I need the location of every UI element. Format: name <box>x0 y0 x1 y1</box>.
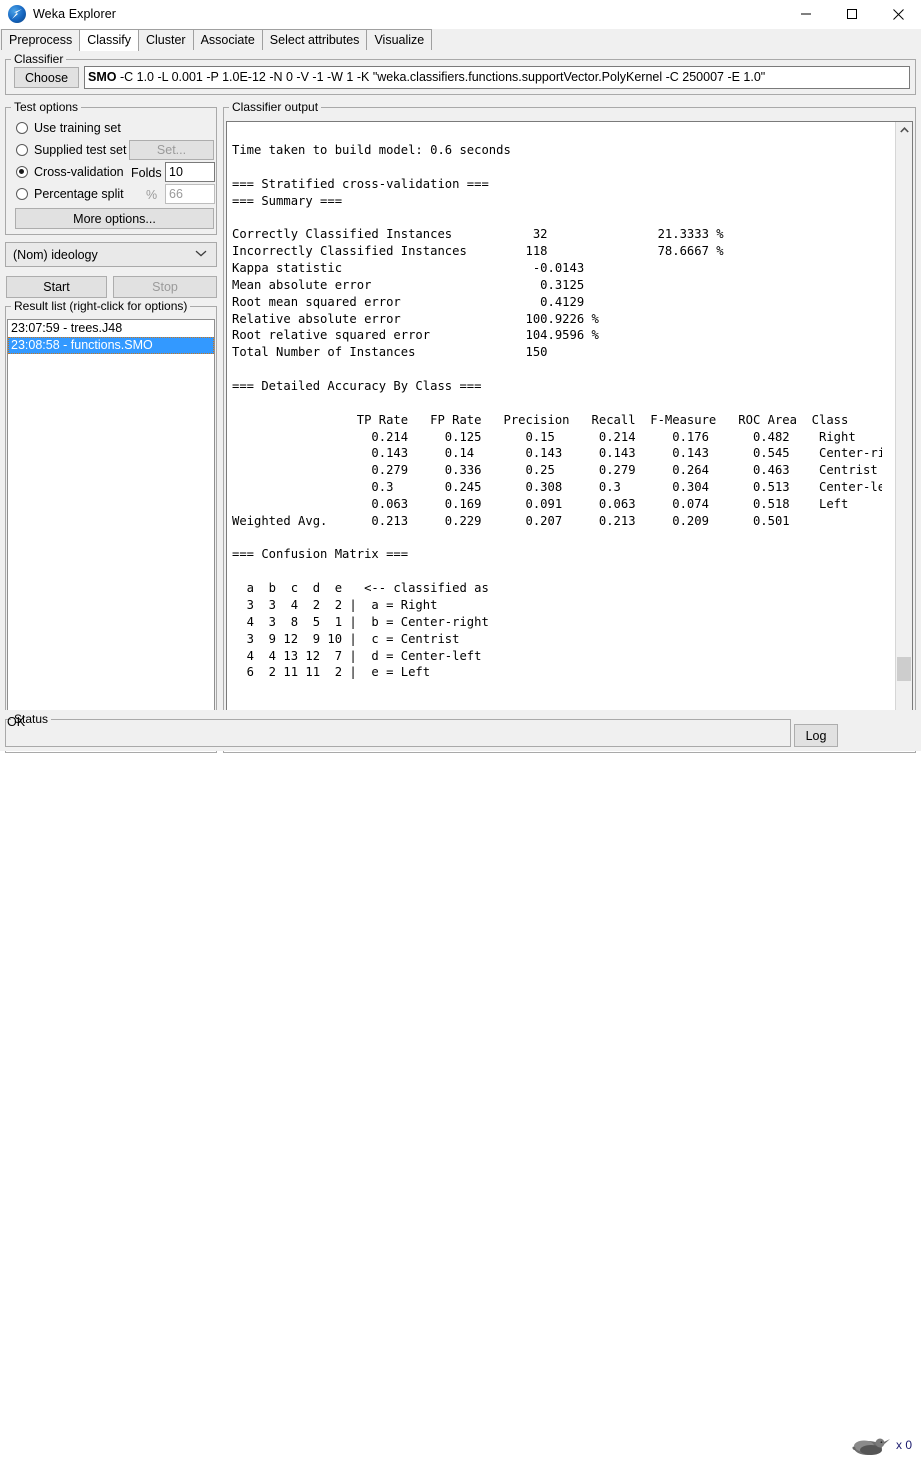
radio-percentage-split[interactable]: Percentage split <box>16 185 124 203</box>
radio-label: Cross-validation <box>34 165 124 179</box>
tab-classify[interactable]: Classify <box>79 29 139 51</box>
tab-preprocess[interactable]: Preprocess <box>1 29 81 50</box>
scroll-up-arrow-icon[interactable] <box>896 122 912 138</box>
log-button[interactable]: Log <box>794 724 838 747</box>
folds-label: Folds <box>131 166 162 180</box>
classifier-panel: Classifier Choose SMO -C 1.0 -L 0.001 -P… <box>5 52 916 95</box>
list-item[interactable]: 23:07:59 - trees.J48 <box>8 320 214 337</box>
weka-bird-icon[interactable] <box>849 1434 891 1458</box>
tab-bar: Preprocess Classify Cluster Associate Se… <box>0 29 921 51</box>
radio-label: Percentage split <box>34 187 124 201</box>
classifier-panel-title: Classifier <box>11 52 67 66</box>
classifier-output-title: Classifier output <box>229 100 322 114</box>
classifier-output-text: Time taken to build model: 0.6 seconds =… <box>232 143 882 680</box>
title-bar: Weka Explorer <box>0 0 921 29</box>
status-text: OK <box>7 715 26 729</box>
classifier-name: SMO <box>88 70 117 84</box>
close-button[interactable] <box>875 0 921 28</box>
tab-associate[interactable]: Associate <box>192 29 263 50</box>
percent-input[interactable]: 66 <box>165 184 215 204</box>
more-options-button[interactable]: More options... <box>15 208 214 229</box>
window-title: Weka Explorer <box>33 7 117 21</box>
radio-icon <box>16 122 28 134</box>
choose-classifier-button[interactable]: Choose <box>14 67 79 88</box>
result-list-title: Result list (right-click for options) <box>11 299 191 313</box>
radio-icon <box>16 166 28 178</box>
test-options-title: Test options <box>11 100 82 114</box>
radio-label: Supplied test set <box>34 143 127 157</box>
test-options-panel: Test options Use training set Supplied t… <box>5 100 217 235</box>
chevron-down-icon <box>195 246 207 260</box>
stop-button[interactable]: Stop <box>113 276 217 298</box>
classifier-output-viewport: Time taken to build model: 0.6 seconds =… <box>226 121 913 750</box>
list-item[interactable]: 23:08:58 - functions.SMO <box>8 337 214 354</box>
output-vertical-scrollbar[interactable] <box>895 122 912 732</box>
window-controls <box>783 0 921 28</box>
maximize-button[interactable] <box>829 0 875 28</box>
radio-cross-validation[interactable]: Cross-validation <box>16 163 124 181</box>
main-content: Classifier Choose SMO -C 1.0 -L 0.001 -P… <box>0 50 921 753</box>
radio-supplied-test-set[interactable]: Supplied test set <box>16 141 126 159</box>
radio-icon <box>16 144 28 156</box>
tab-select-attributes[interactable]: Select attributes <box>261 29 368 50</box>
result-list[interactable]: 23:07:59 - trees.J48 23:08:58 - function… <box>7 319 215 751</box>
classifier-options: -C 1.0 -L 0.001 -P 1.0E-12 -N 0 -V -1 -W… <box>116 70 766 84</box>
bird-count-label: x 0 <box>896 1438 913 1452</box>
percent-label: % <box>146 188 158 202</box>
result-list-panel: Result list (right-click for options) 23… <box>5 299 217 753</box>
radio-icon <box>16 188 28 200</box>
status-bar: Status OK Log x 0 <box>0 710 921 1455</box>
classifier-command-field[interactable]: SMO -C 1.0 -L 0.001 -P 1.0E-12 -N 0 -V -… <box>84 66 910 89</box>
start-button[interactable]: Start <box>6 276 107 298</box>
status-panel: Status <box>5 712 791 747</box>
class-attribute-value: (Nom) ideology <box>13 247 98 262</box>
radio-label: Use training set <box>34 121 121 135</box>
minimize-button[interactable] <box>783 0 829 28</box>
class-attribute-select[interactable]: (Nom) ideology <box>5 242 217 267</box>
weka-bird-icon <box>8 5 26 23</box>
set-test-set-button[interactable]: Set... <box>129 140 214 160</box>
tab-cluster[interactable]: Cluster <box>138 29 194 50</box>
radio-use-training-set[interactable]: Use training set <box>16 119 121 137</box>
classifier-output-panel: Classifier output Time taken to build mo… <box>223 100 916 753</box>
folds-input[interactable]: 10 <box>165 162 215 182</box>
tab-visualize[interactable]: Visualize <box>366 29 433 50</box>
vertical-scroll-thumb[interactable] <box>897 657 911 681</box>
